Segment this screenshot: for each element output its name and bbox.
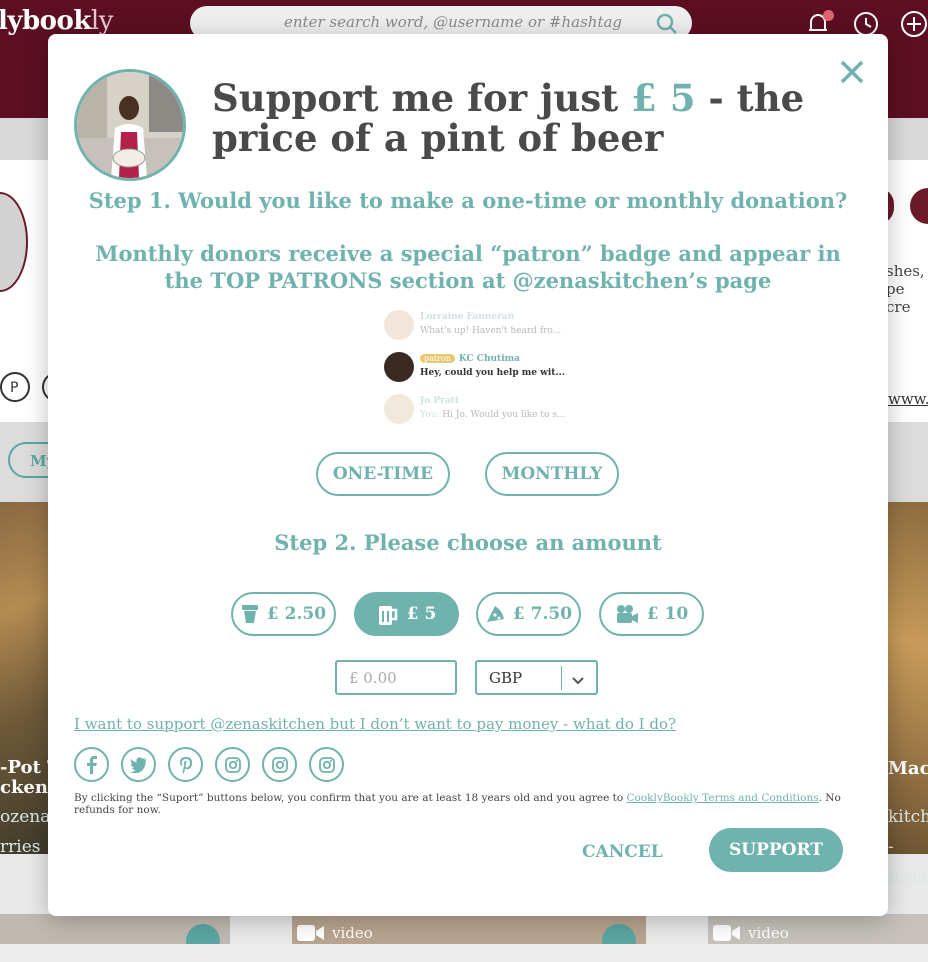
app-logo[interactable]: lybookly — [0, 6, 113, 36]
chat-preview-row: Jo Pratt You: Hi Jo. Would you like to s… — [384, 392, 574, 434]
step1-heading: Step 1. Would you like to make a one-tim… — [88, 188, 848, 213]
chat-preview-row: Lorraine Fanneran What's up! Haven't hea… — [384, 308, 574, 350]
custom-amount-field[interactable]: £ 0.00 — [335, 660, 457, 695]
video-badge: video — [712, 922, 789, 944]
terms-link[interactable]: CooklyBookly Terms and Conditions — [627, 792, 819, 804]
notification-dot — [823, 10, 834, 21]
recipe-card[interactable]: video — [708, 914, 928, 948]
profile-website-link[interactable]: www.z — [888, 390, 928, 408]
profile-bio-text: shes, pe cre — [886, 262, 925, 316]
terms-text: By clicking the “Suport” buttons below, … — [74, 792, 841, 816]
add-icon[interactable] — [900, 10, 928, 42]
beer-mug-icon — [378, 606, 397, 625]
facebook-icon[interactable] — [74, 747, 109, 782]
coffee-cup-icon — [241, 605, 258, 623]
pinterest-icon[interactable]: P — [0, 372, 30, 402]
creator-avatar — [74, 69, 186, 181]
instagram-icon[interactable] — [309, 747, 344, 782]
chevron-down-icon[interactable] — [572, 672, 584, 690]
support-button[interactable]: SUPPORT — [709, 828, 843, 872]
patron-badge-preview: Lorraine Fanneran What's up! Haven't hea… — [384, 308, 574, 434]
pinterest-icon[interactable] — [168, 747, 203, 782]
avatar — [384, 394, 414, 424]
modal-title: Support me for just £ 5 - the price of a… — [212, 76, 805, 160]
chat-preview-row: patron KC Chutima Hey, could you help me … — [384, 350, 574, 392]
patron-info-text: Monthly donors receive a special “patron… — [95, 241, 841, 293]
support-modal: Support me for just £ 5 - the price of a… — [48, 34, 888, 916]
one-time-button[interactable]: ONE-TIME — [316, 452, 450, 496]
recipe-card-author[interactable]: kitch-break — [888, 802, 928, 892]
amount-button-2-50[interactable]: £ 2.50 — [231, 592, 336, 636]
patron-badge: patron — [420, 354, 455, 363]
page-footer-strip — [0, 944, 928, 962]
monthly-button[interactable]: MONTHLY — [485, 452, 619, 496]
amount-button-5[interactable]: £ 5 — [354, 592, 459, 636]
avatar — [384, 310, 414, 340]
video-badge: video — [296, 922, 373, 944]
video-camera-icon — [297, 925, 324, 941]
pizza-slice-icon — [486, 606, 504, 622]
svg-text:P: P — [10, 380, 18, 395]
cancel-button[interactable]: CANCEL — [582, 842, 663, 862]
video-camera-icon — [713, 925, 740, 941]
amount-button-10[interactable]: £ 10 — [599, 592, 704, 636]
step2-heading: Step 2. Please choose an amount — [274, 530, 662, 555]
currency-select[interactable]: GBP — [475, 660, 598, 695]
search-placeholder: enter search word, @username or #hashtag — [284, 13, 623, 31]
avatar — [384, 352, 414, 382]
movie-camera-icon — [616, 605, 638, 623]
no-money-support-link[interactable]: I want to support @zenaskitchen but I do… — [74, 715, 676, 733]
social-share-row — [74, 747, 344, 782]
recipe-card-title[interactable]: Mac — [888, 758, 928, 779]
twitter-icon[interactable] — [121, 747, 156, 782]
recipe-card[interactable] — [0, 914, 230, 958]
instagram-icon[interactable] — [215, 747, 250, 782]
close-icon[interactable] — [838, 58, 866, 90]
instagram-icon[interactable] — [262, 747, 297, 782]
recipe-card[interactable]: video — [292, 914, 646, 958]
amount-button-7-50[interactable]: £ 7.50 — [476, 592, 581, 636]
